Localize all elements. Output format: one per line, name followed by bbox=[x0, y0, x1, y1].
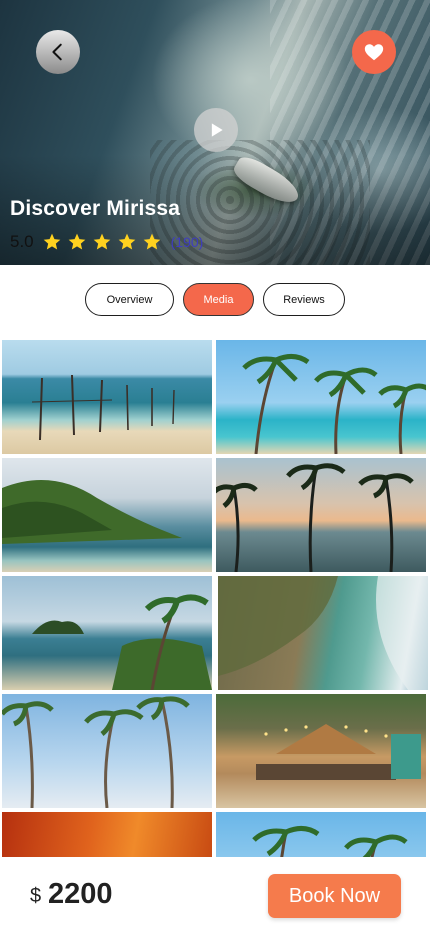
gallery-photo[interactable] bbox=[216, 694, 426, 808]
back-button[interactable] bbox=[36, 30, 80, 74]
tab-overview[interactable]: Overview bbox=[85, 283, 174, 316]
star-icon bbox=[68, 233, 85, 250]
tab-bar: Overview Media Reviews bbox=[0, 283, 430, 317]
chevron-left-icon bbox=[52, 43, 62, 61]
favorite-button[interactable] bbox=[352, 30, 396, 74]
play-video-button[interactable] bbox=[194, 108, 238, 152]
gallery-photo[interactable] bbox=[216, 458, 426, 572]
heart-icon bbox=[364, 44, 384, 61]
media-gallery bbox=[2, 340, 428, 857]
tab-reviews[interactable]: Reviews bbox=[263, 283, 345, 316]
rating-value: 5.0 bbox=[10, 232, 34, 251]
gallery-photo[interactable] bbox=[216, 812, 426, 857]
book-now-button[interactable]: Book Now bbox=[268, 874, 401, 918]
star-icon bbox=[143, 233, 160, 250]
play-icon bbox=[211, 123, 223, 137]
star-icon bbox=[118, 233, 135, 250]
gallery-photo[interactable] bbox=[2, 576, 212, 690]
gallery-photo[interactable] bbox=[2, 458, 212, 572]
price-currency: $ bbox=[30, 885, 42, 907]
star-icon bbox=[43, 233, 60, 250]
gallery-photo[interactable] bbox=[2, 812, 212, 857]
tab-media[interactable]: Media bbox=[183, 283, 254, 316]
star-icon bbox=[93, 233, 110, 250]
page-title: Discover Mirissa bbox=[10, 197, 181, 220]
gallery-photo[interactable] bbox=[2, 340, 212, 454]
gallery-photo[interactable] bbox=[216, 340, 426, 454]
price-value: 2200 bbox=[48, 878, 113, 910]
gallery-photo[interactable] bbox=[2, 694, 212, 808]
rating-row: 5.0 (190) bbox=[10, 231, 203, 253]
review-count[interactable]: (190) bbox=[171, 234, 204, 250]
gallery-photo[interactable] bbox=[218, 576, 428, 690]
